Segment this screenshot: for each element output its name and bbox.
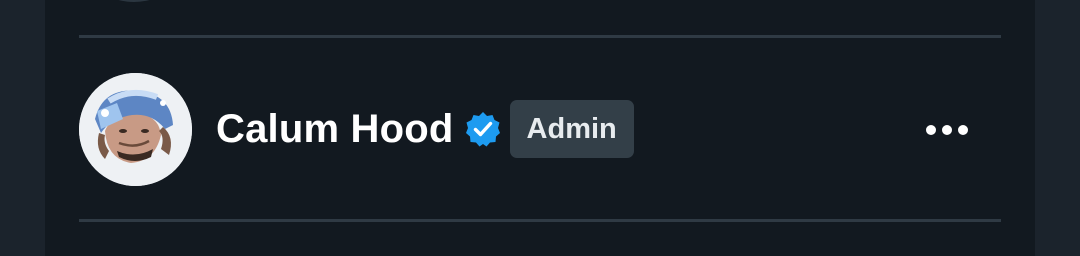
member-name[interactable]: Calum Hood — [216, 107, 454, 152]
list-divider — [79, 35, 1001, 38]
verified-badge-icon — [464, 110, 502, 148]
list-divider — [79, 219, 1001, 222]
member-info: Calum Hood Admin — [216, 100, 634, 158]
avatar[interactable] — [79, 73, 192, 186]
more-horizontal-icon — [926, 125, 968, 135]
role-badge: Admin — [509, 100, 634, 158]
members-list-view: Calum Hood Admin — [0, 0, 1080, 256]
more-options-button[interactable] — [922, 110, 972, 150]
avatar-image — [79, 73, 192, 186]
member-row[interactable]: Calum Hood Admin — [79, 73, 1001, 187]
